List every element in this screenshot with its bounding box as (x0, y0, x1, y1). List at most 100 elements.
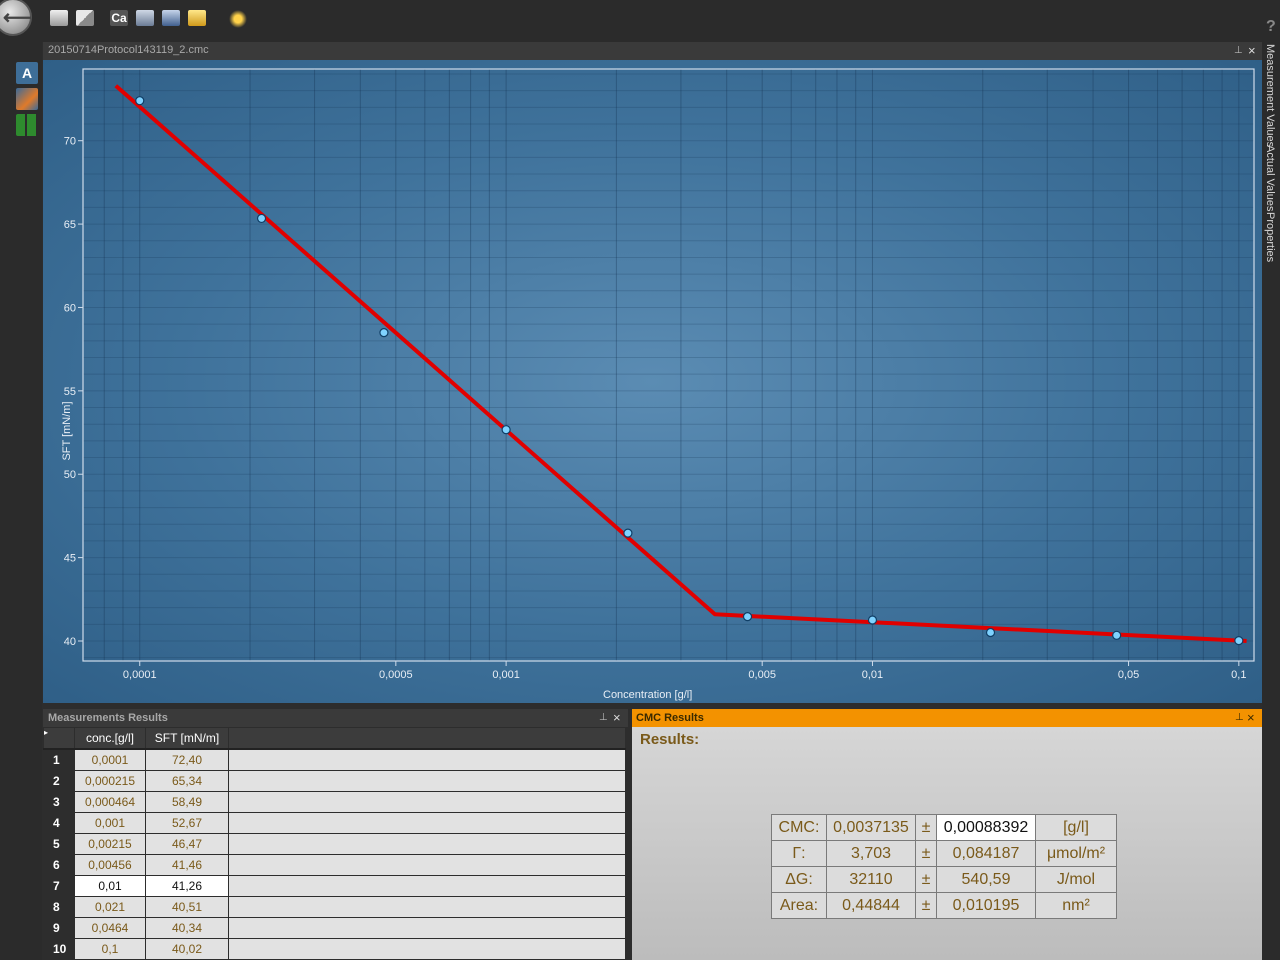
sft-concentration-chart: 40 45 50 55 60 65 70 0,0001 0,0005 0,001 0,005 0,01… (64, 68, 1255, 681)
data-point (379, 328, 389, 338)
cell-conc[interactable]: 0,021 (74, 896, 146, 918)
cell-conc[interactable]: 0,000215 (74, 770, 146, 792)
x-tick-label: 0,01 (862, 669, 883, 681)
x-tick-label: 0,005 (748, 669, 776, 681)
data-point (135, 96, 145, 106)
cell-sft[interactable]: 40,02 (145, 938, 229, 960)
cell-sft[interactable]: 41,46 (145, 854, 229, 876)
result-value: 0,0037135 (826, 814, 916, 841)
cell-empty (228, 896, 626, 918)
pin-icon[interactable]: ⊥ (1235, 712, 1244, 723)
table-row[interactable]: 9 0,0464 40,34 (43, 917, 626, 939)
cell-conc[interactable]: 0,001 (74, 812, 146, 834)
cmc-panel-header: CMC Results ⊥ × (632, 709, 1262, 727)
cell-empty (228, 875, 626, 897)
y-tick-label: 60 (64, 302, 76, 314)
cell-conc[interactable]: 0,00215 (74, 833, 146, 855)
view-a-button[interactable]: A (16, 62, 38, 84)
result-unit: μmol/m² (1035, 840, 1117, 867)
cell-conc[interactable]: 0,00456 (74, 854, 146, 876)
result-unit: [g/l] (1035, 814, 1117, 841)
cell-empty (228, 833, 626, 855)
calibrate-button[interactable]: Ca (110, 10, 128, 26)
y-tick-label: 45 (64, 553, 76, 565)
y-tick-label: 50 (64, 469, 76, 481)
cell-empty (228, 748, 626, 771)
plus-minus: ± (915, 866, 937, 893)
cell-conc[interactable]: 0,0464 (74, 917, 146, 939)
open-folder-icon[interactable] (188, 10, 206, 26)
new-folder-icon[interactable] (50, 10, 68, 26)
result-row: Γ: 3,703 ±0,084187 μmol/m² (771, 840, 1117, 867)
row-number: 9 (43, 917, 75, 939)
y-tick-label: 55 (64, 386, 76, 398)
table-row[interactable]: 8 0,021 40,51 (43, 896, 626, 918)
cell-conc[interactable]: 0,0001 (74, 748, 146, 771)
help-icon[interactable]: ? (1266, 18, 1276, 36)
close-icon[interactable]: × (1248, 43, 1256, 58)
result-error: 0,084187 (936, 840, 1036, 867)
document-title: 20150714Protocol143119_2.cmc (48, 44, 209, 56)
result-unit: nm² (1035, 892, 1117, 919)
table-row[interactable]: 10 0,1 40,02 (43, 938, 626, 960)
table-row[interactable]: 1 0,0001 72,40 (43, 748, 626, 771)
result-value: 0,44844 (826, 892, 916, 919)
cell-conc[interactable]: 0,01 (74, 875, 146, 897)
cell-sft[interactable]: 65,34 (145, 770, 229, 792)
print-icon[interactable] (136, 10, 154, 26)
row-number: 3 (43, 791, 75, 813)
cell-sft[interactable]: 40,51 (145, 896, 229, 918)
x-tick-label: 0,0001 (123, 669, 157, 681)
measurements-table: ▸ conc.[g/l] SFT [mN/m] 1 0,0001 72,40 2 0,0… (43, 727, 626, 960)
cell-sft[interactable]: 72,40 (145, 748, 229, 771)
data-point (742, 612, 753, 622)
tab-measurement-values[interactable]: Measurement Values (1264, 44, 1276, 147)
table-row[interactable]: 3 0,000464 58,49 (43, 791, 626, 813)
measurements-table-container: ▸ conc.[g/l] SFT [mN/m] 1 0,0001 72,40 2 0,0… (43, 727, 628, 960)
cmc-results-body: Results: CMC: 0,0037135 ±0,00088392 [g/l] Γ:… (632, 727, 1262, 960)
back-button[interactable]: ⟵ (0, 0, 32, 36)
result-row: ΔG: 32110 ±540,59 J/mol (771, 866, 1117, 893)
cell-sft[interactable]: 46,47 (145, 833, 229, 855)
cell-empty (228, 938, 626, 960)
cell-conc[interactable]: 0,1 (74, 938, 146, 960)
tab-actual-values[interactable]: Actual Values (1264, 145, 1276, 211)
wizard-icon[interactable] (229, 10, 247, 28)
table-row[interactable]: 2 0,000215 65,34 (43, 770, 626, 792)
result-error: 0,00088392 (936, 814, 1036, 841)
y-tick-label: 70 (64, 136, 76, 148)
cell-sft[interactable]: 41,26 (145, 875, 229, 897)
result-label: ΔG: (771, 866, 827, 893)
table-row[interactable]: 7 0,01 41,26 (43, 875, 626, 897)
cell-sft[interactable]: 52,67 (145, 812, 229, 834)
close-icon[interactable]: × (1247, 710, 1255, 725)
arrow-left-icon: ⟵ (3, 7, 32, 29)
column-header-conc[interactable]: conc.[g/l] (74, 727, 146, 750)
chart-area: 40 45 50 55 60 65 70 0,0001 0,0005 0,001 0,005 0,01… (43, 60, 1262, 703)
result-row: Area: 0,44844 ±0,010195 nm² (771, 892, 1117, 919)
table-row[interactable]: 6 0,00456 41,46 (43, 854, 626, 876)
table-row[interactable]: 5 0,00215 46,47 (43, 833, 626, 855)
cell-empty (228, 854, 626, 876)
cell-sft[interactable]: 40,34 (145, 917, 229, 939)
result-error: 0,010195 (936, 892, 1036, 919)
cell-sft[interactable]: 58,49 (145, 791, 229, 813)
x-tick-label: 0,0005 (379, 669, 413, 681)
cmc-results-table: CMC: 0,0037135 ±0,00088392 [g/l] Γ: 3,703 ±0,0… (771, 814, 1117, 919)
close-icon[interactable]: × (613, 710, 621, 725)
x-tick-label: 0,001 (492, 669, 520, 681)
tab-properties[interactable]: Properties (1264, 212, 1276, 262)
data-point (1112, 630, 1122, 640)
window-icon[interactable] (76, 10, 94, 26)
cell-empty (228, 917, 626, 939)
fit-icon[interactable] (16, 88, 38, 110)
column-header-sft[interactable]: SFT [mN/m] (145, 727, 229, 750)
table-row[interactable]: 4 0,001 52,67 (43, 812, 626, 834)
pin-icon[interactable]: ⊥ (1234, 45, 1243, 56)
row-number: 10 (43, 938, 75, 960)
pin-icon[interactable]: ⊥ (599, 712, 608, 723)
plus-minus: ± (915, 840, 937, 867)
save-icon[interactable] (162, 10, 180, 26)
cell-conc[interactable]: 0,000464 (74, 791, 146, 813)
bar-view-icon[interactable] (16, 114, 38, 136)
